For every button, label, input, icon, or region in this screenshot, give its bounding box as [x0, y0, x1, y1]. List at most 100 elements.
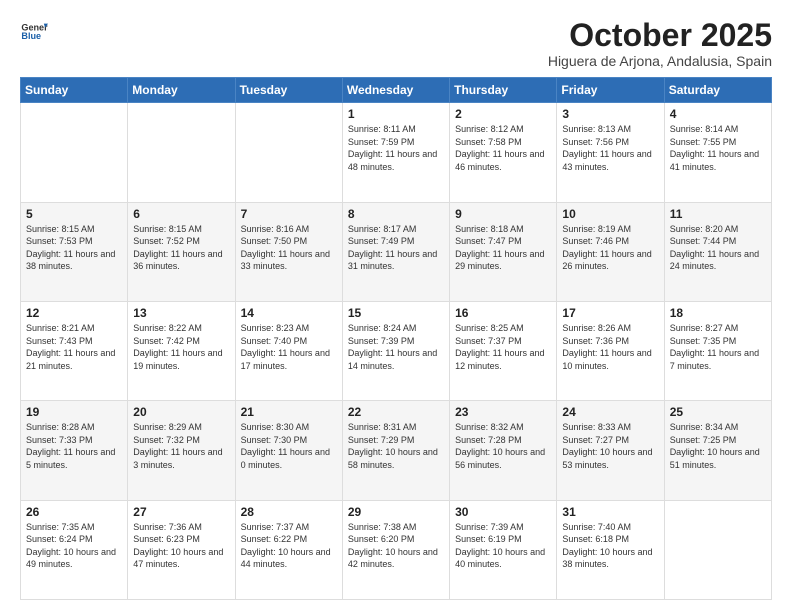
- col-sunday: Sunday: [21, 78, 128, 103]
- day-info: Sunrise: 8:34 AM Sunset: 7:25 PM Dayligh…: [670, 421, 766, 471]
- month-title: October 2025: [548, 18, 772, 53]
- day-number: 16: [455, 306, 551, 320]
- day-number: 4: [670, 107, 766, 121]
- day-number: 18: [670, 306, 766, 320]
- col-thursday: Thursday: [450, 78, 557, 103]
- calendar-cell: 5 Sunrise: 8:15 AM Sunset: 7:53 PM Daylig…: [21, 202, 128, 301]
- day-number: 23: [455, 405, 551, 419]
- calendar-cell: 27 Sunrise: 7:36 AM Sunset: 6:23 PM Dayli…: [128, 500, 235, 599]
- calendar-cell: 15Sunrise: 8:24 AM Sunset: 7:39 PM Dayli…: [342, 301, 449, 400]
- day-number: 5: [26, 207, 122, 221]
- day-info: Sunrise: 8:30 AM Sunset: 7:30 PM Dayligh…: [241, 421, 337, 471]
- day-number: 8: [348, 207, 444, 221]
- calendar-week-2: 12 Sunrise: 8:21 AM Sunset: 7:43 PM Dayli…: [21, 301, 772, 400]
- col-monday: Monday: [128, 78, 235, 103]
- calendar-cell: 18 Sunrise: 8:27 AM Sunset: 7:35 PM Dayli…: [664, 301, 771, 400]
- day-number: 21: [241, 405, 337, 419]
- calendar-week-3: 19Sunrise: 8:28 AM Sunset: 7:33 PM Dayli…: [21, 401, 772, 500]
- day-info: Sunrise: 7:35 AM Sunset: 6:24 PM Dayligh…: [26, 521, 122, 571]
- calendar-cell: 2Sunrise: 8:12 AM Sunset: 7:58 PM Daylig…: [450, 103, 557, 202]
- day-info: Sunrise: 7:39 AM Sunset: 6:19 PM Dayligh…: [455, 521, 551, 571]
- day-info: Sunrise: 8:18 AM Sunset: 7:47 PM Dayligh…: [455, 223, 551, 273]
- day-info: Sunrise: 8:25 AM Sunset: 7:37 PM Dayligh…: [455, 322, 551, 372]
- calendar-cell: 29Sunrise: 7:38 AM Sunset: 6:20 PM Dayli…: [342, 500, 449, 599]
- calendar-cell: 28Sunrise: 7:37 AM Sunset: 6:22 PM Dayli…: [235, 500, 342, 599]
- day-info: Sunrise: 8:19 AM Sunset: 7:46 PM Dayligh…: [562, 223, 658, 273]
- day-info: Sunrise: 8:17 AM Sunset: 7:49 PM Dayligh…: [348, 223, 444, 273]
- day-info: Sunrise: 8:20 AM Sunset: 7:44 PM Dayligh…: [670, 223, 766, 273]
- day-info: Sunrise: 8:23 AM Sunset: 7:40 PM Dayligh…: [241, 322, 337, 372]
- location: Higuera de Arjona, Andalusia, Spain: [548, 53, 772, 69]
- calendar-cell: 22Sunrise: 8:31 AM Sunset: 7:29 PM Dayli…: [342, 401, 449, 500]
- logo-icon: General Blue: [20, 18, 48, 46]
- day-info: Sunrise: 7:37 AM Sunset: 6:22 PM Dayligh…: [241, 521, 337, 571]
- calendar-header-row: Sunday Monday Tuesday Wednesday Thursday…: [21, 78, 772, 103]
- day-number: 12: [26, 306, 122, 320]
- day-number: 6: [133, 207, 229, 221]
- calendar-week-1: 5 Sunrise: 8:15 AM Sunset: 7:53 PM Daylig…: [21, 202, 772, 301]
- day-info: Sunrise: 8:28 AM Sunset: 7:33 PM Dayligh…: [26, 421, 122, 471]
- day-info: Sunrise: 8:12 AM Sunset: 7:58 PM Dayligh…: [455, 123, 551, 173]
- calendar-cell: 24 Sunrise: 8:33 AM Sunset: 7:27 PM Dayli…: [557, 401, 664, 500]
- day-number: 26: [26, 505, 122, 519]
- day-number: 24: [562, 405, 658, 419]
- calendar-cell: 13 Sunrise: 8:22 AM Sunset: 7:42 PM Dayli…: [128, 301, 235, 400]
- day-number: 29: [348, 505, 444, 519]
- svg-text:Blue: Blue: [21, 31, 41, 41]
- day-info: Sunrise: 7:40 AM Sunset: 6:18 PM Dayligh…: [562, 521, 658, 571]
- day-number: 15: [348, 306, 444, 320]
- col-tuesday: Tuesday: [235, 78, 342, 103]
- calendar-cell: 7 Sunrise: 8:16 AM Sunset: 7:50 PM Daylig…: [235, 202, 342, 301]
- day-number: 14: [241, 306, 337, 320]
- calendar-cell: 20 Sunrise: 8:29 AM Sunset: 7:32 PM Dayli…: [128, 401, 235, 500]
- logo: General Blue: [20, 18, 48, 46]
- day-info: Sunrise: 8:11 AM Sunset: 7:59 PM Dayligh…: [348, 123, 444, 173]
- day-info: Sunrise: 8:33 AM Sunset: 7:27 PM Dayligh…: [562, 421, 658, 471]
- calendar-cell: 1 Sunrise: 8:11 AM Sunset: 7:59 PM Daylig…: [342, 103, 449, 202]
- calendar-cell: 12 Sunrise: 8:21 AM Sunset: 7:43 PM Dayli…: [21, 301, 128, 400]
- day-number: 10: [562, 207, 658, 221]
- calendar-week-4: 26 Sunrise: 7:35 AM Sunset: 6:24 PM Dayli…: [21, 500, 772, 599]
- calendar-cell: 25Sunrise: 8:34 AM Sunset: 7:25 PM Dayli…: [664, 401, 771, 500]
- calendar-cell: 3 Sunrise: 8:13 AM Sunset: 7:56 PM Daylig…: [557, 103, 664, 202]
- calendar-cell: 10 Sunrise: 8:19 AM Sunset: 7:46 PM Dayli…: [557, 202, 664, 301]
- day-info: Sunrise: 8:22 AM Sunset: 7:42 PM Dayligh…: [133, 322, 229, 372]
- day-info: Sunrise: 8:21 AM Sunset: 7:43 PM Dayligh…: [26, 322, 122, 372]
- day-info: Sunrise: 8:32 AM Sunset: 7:28 PM Dayligh…: [455, 421, 551, 471]
- day-number: 1: [348, 107, 444, 121]
- calendar-cell: [128, 103, 235, 202]
- day-info: Sunrise: 8:29 AM Sunset: 7:32 PM Dayligh…: [133, 421, 229, 471]
- page: General Blue October 2025 Higuera de Arj…: [0, 0, 792, 612]
- calendar-cell: 8 Sunrise: 8:17 AM Sunset: 7:49 PM Daylig…: [342, 202, 449, 301]
- calendar-cell: 26 Sunrise: 7:35 AM Sunset: 6:24 PM Dayli…: [21, 500, 128, 599]
- title-block: October 2025 Higuera de Arjona, Andalusi…: [548, 18, 772, 69]
- day-number: 17: [562, 306, 658, 320]
- col-wednesday: Wednesday: [342, 78, 449, 103]
- day-info: Sunrise: 8:16 AM Sunset: 7:50 PM Dayligh…: [241, 223, 337, 273]
- calendar-cell: [664, 500, 771, 599]
- col-saturday: Saturday: [664, 78, 771, 103]
- calendar-cell: 31 Sunrise: 7:40 AM Sunset: 6:18 PM Dayli…: [557, 500, 664, 599]
- day-number: 31: [562, 505, 658, 519]
- day-number: 13: [133, 306, 229, 320]
- day-number: 30: [455, 505, 551, 519]
- calendar-cell: 14 Sunrise: 8:23 AM Sunset: 7:40 PM Dayli…: [235, 301, 342, 400]
- calendar-cell: 6 Sunrise: 8:15 AM Sunset: 7:52 PM Daylig…: [128, 202, 235, 301]
- day-info: Sunrise: 8:13 AM Sunset: 7:56 PM Dayligh…: [562, 123, 658, 173]
- day-info: Sunrise: 8:15 AM Sunset: 7:52 PM Dayligh…: [133, 223, 229, 273]
- col-friday: Friday: [557, 78, 664, 103]
- day-info: Sunrise: 8:15 AM Sunset: 7:53 PM Dayligh…: [26, 223, 122, 273]
- calendar-cell: 9Sunrise: 8:18 AM Sunset: 7:47 PM Daylig…: [450, 202, 557, 301]
- day-info: Sunrise: 8:27 AM Sunset: 7:35 PM Dayligh…: [670, 322, 766, 372]
- calendar-cell: 16 Sunrise: 8:25 AM Sunset: 7:37 PM Dayli…: [450, 301, 557, 400]
- calendar-cell: 11Sunrise: 8:20 AM Sunset: 7:44 PM Dayli…: [664, 202, 771, 301]
- day-info: Sunrise: 7:36 AM Sunset: 6:23 PM Dayligh…: [133, 521, 229, 571]
- calendar-cell: 30 Sunrise: 7:39 AM Sunset: 6:19 PM Dayli…: [450, 500, 557, 599]
- day-number: 27: [133, 505, 229, 519]
- day-number: 20: [133, 405, 229, 419]
- calendar-cell: 17Sunrise: 8:26 AM Sunset: 7:36 PM Dayli…: [557, 301, 664, 400]
- day-info: Sunrise: 8:31 AM Sunset: 7:29 PM Dayligh…: [348, 421, 444, 471]
- day-number: 7: [241, 207, 337, 221]
- day-number: 3: [562, 107, 658, 121]
- calendar-cell: [235, 103, 342, 202]
